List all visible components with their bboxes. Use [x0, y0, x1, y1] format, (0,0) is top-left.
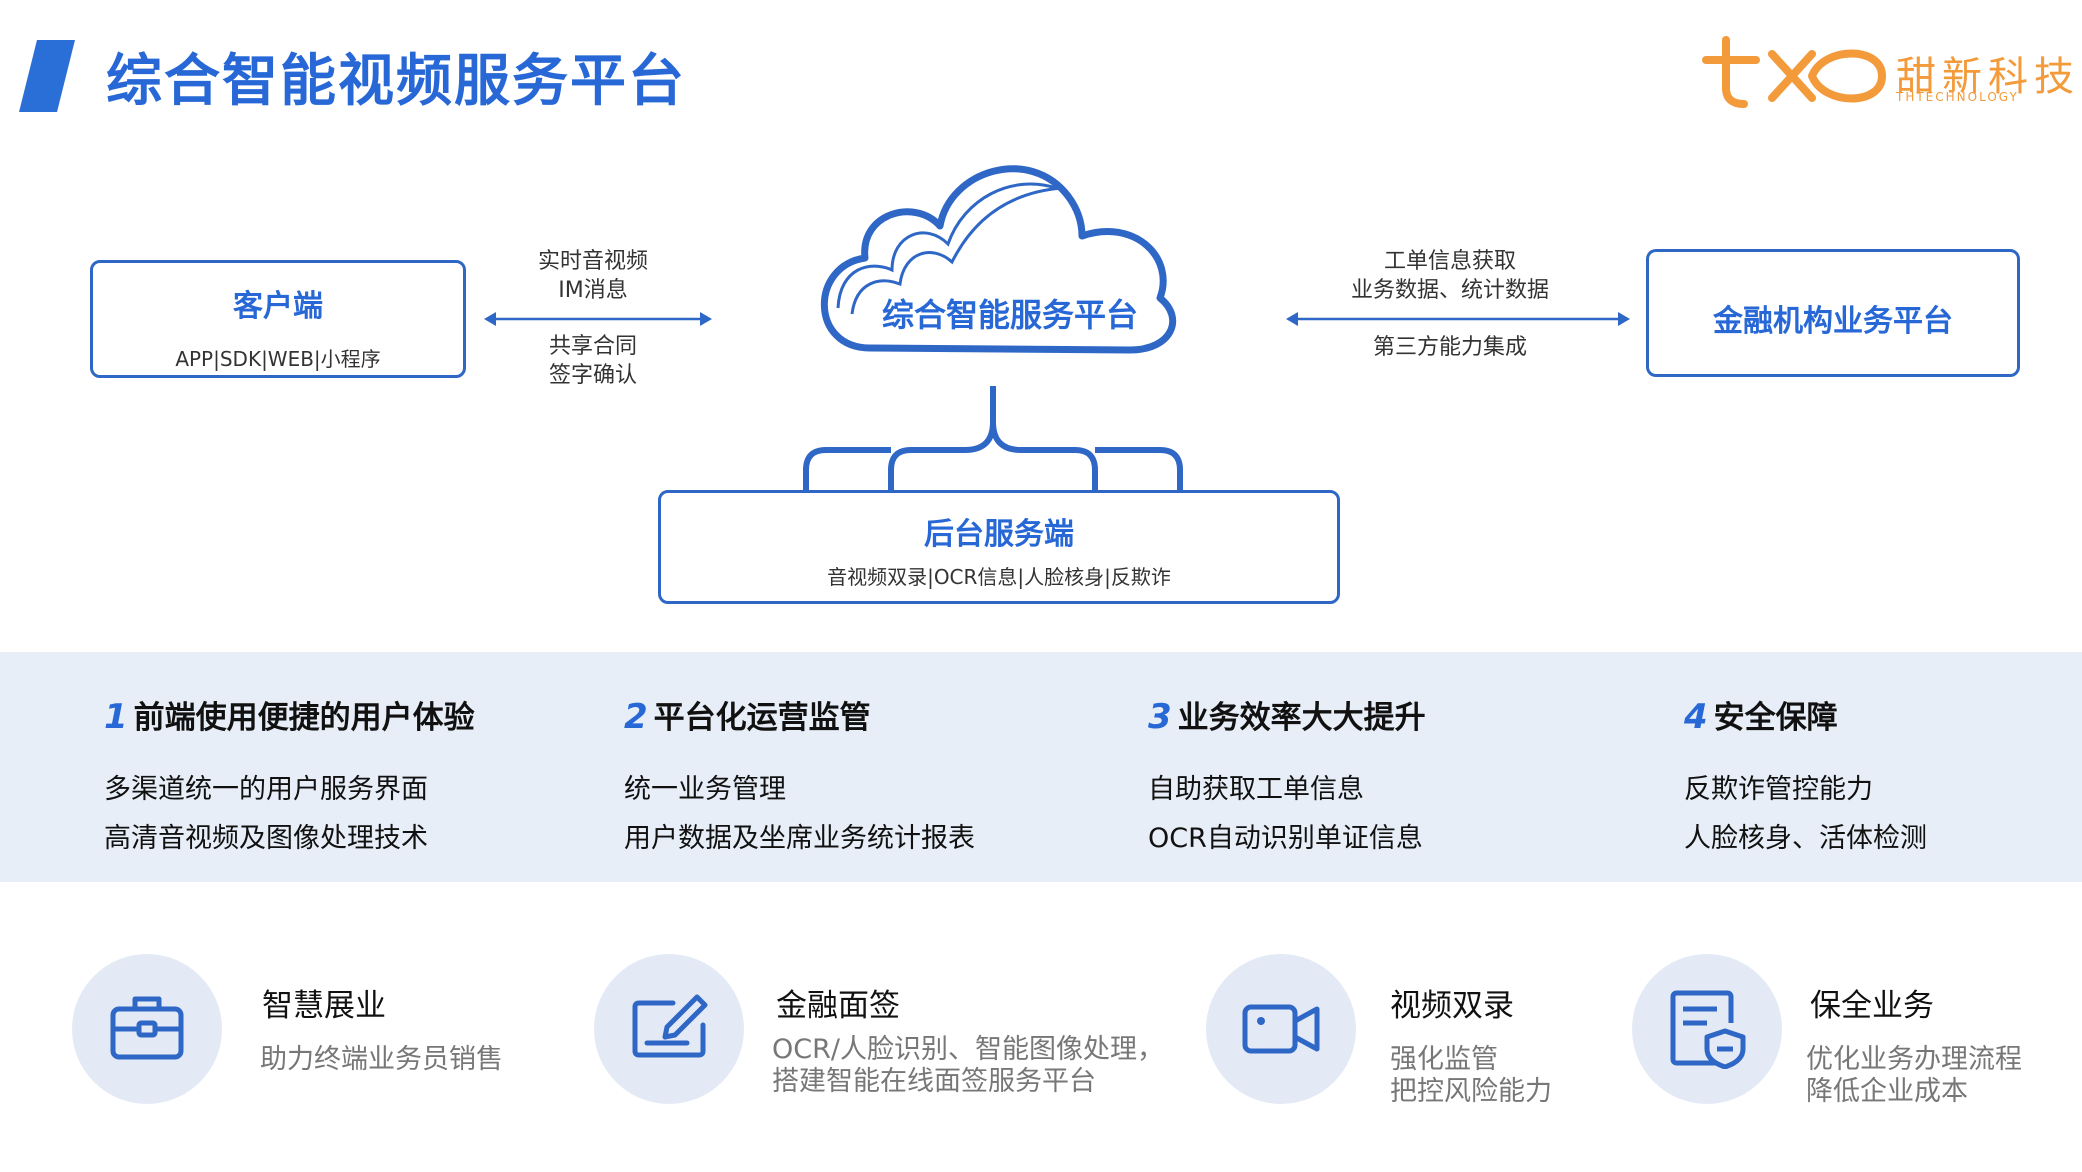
- feature-number: 1: [104, 697, 128, 737]
- app-desc: OCR/人脸识别、智能图像处理， 搭建智能在线面签服务平台: [772, 1034, 1164, 1098]
- feature-2: 2 平台化运营监管 统一业务管理 用户数据及坐席业务统计报表: [624, 692, 975, 855]
- left-double-arrow-icon: [484, 312, 712, 326]
- client-subtitle: APP|SDK|WEB|小程序: [175, 347, 381, 371]
- app-desc-line: 强化监管: [1390, 1044, 1498, 1075]
- left-link-top-text: 实时音视频 IM消息: [493, 247, 693, 305]
- app-desc: 助力终端业务员销售: [260, 1044, 503, 1076]
- feature-line: 统一业务管理: [624, 774, 786, 805]
- left-link-top-line1: 实时音视频: [537, 249, 648, 274]
- left-link-bottom-text: 共享合同 签字确认: [493, 332, 693, 390]
- right-link-top-line2: 业务数据、统计数据: [1350, 278, 1549, 303]
- feature-1: 1 前端使用便捷的用户体验 多渠道统一的用户服务界面 高清音视频及图像处理技术: [104, 692, 475, 855]
- feature-title: 1 前端使用便捷的用户体验: [104, 692, 475, 737]
- backend-subtitle: 音视频双录|OCR信息|人脸核身|反欺诈: [827, 565, 1171, 589]
- feature-title: 3 业务效率大大提升: [1148, 692, 1426, 737]
- app-desc-line: 优化业务办理流程: [1806, 1044, 2022, 1075]
- app-title: 智慧展业: [262, 988, 386, 1024]
- app-desc: 强化监管 把控风险能力: [1390, 1044, 1552, 1108]
- app-desc-line: 助力终端业务员销售: [260, 1044, 503, 1075]
- feature-4: 4 安全保障 反欺诈管控能力 人脸核身、活体检测: [1684, 692, 1927, 855]
- feature-number: 3: [1148, 697, 1172, 737]
- feature-title-text: 安全保障: [1713, 700, 1838, 736]
- app-icon-circle-4: [1632, 954, 1782, 1104]
- app-icon-circle-3: [1206, 954, 1356, 1104]
- logo-mark-icon: [1702, 36, 1887, 108]
- finance-platform-box: 金融机构业务平台: [1646, 249, 2020, 377]
- feature-line: 用户数据及坐席业务统计报表: [624, 823, 975, 854]
- feature-title: 2 平台化运营监管: [624, 692, 975, 737]
- right-link-top-line1: 工单信息获取: [1383, 249, 1516, 274]
- page-title: 综合智能视频服务平台: [106, 49, 686, 114]
- backend-title: 后台服务端: [924, 517, 1074, 552]
- feature-title: 4 安全保障: [1684, 692, 1927, 737]
- feature-line: 自助获取工单信息: [1148, 774, 1364, 805]
- app-desc-line: 降低企业成本: [1806, 1076, 1968, 1107]
- client-box: 客户端 APP|SDK|WEB|小程序: [90, 260, 466, 378]
- feature-3: 3 业务效率大大提升 自助获取工单信息 OCR自动识别单证信息: [1148, 692, 1426, 855]
- left-link-bottom-line1: 共享合同: [548, 334, 637, 359]
- right-link-top-text: 工单信息获取 业务数据、统计数据: [1330, 247, 1570, 305]
- app-desc-line: 搭建智能在线面签服务平台: [772, 1066, 1096, 1097]
- feature-title-text: 业务效率大大提升: [1177, 700, 1426, 736]
- app-icon-circle-2: [594, 954, 744, 1104]
- client-title: 客户端: [233, 289, 323, 324]
- right-link-bottom-line1: 第三方能力集成: [1372, 335, 1527, 360]
- feature-line: 高清音视频及图像处理技术: [104, 823, 428, 854]
- cloud-icon: [820, 165, 1177, 354]
- feature-title-text: 前端使用便捷的用户体验: [133, 700, 475, 736]
- app-title: 视频双录: [1390, 988, 1514, 1024]
- feature-line: OCR自动识别单证信息: [1148, 823, 1423, 854]
- feature-line: 人脸核身、活体检测: [1684, 823, 1927, 854]
- cloud-backend-connector: [803, 386, 1183, 492]
- feature-title-text: 平台化运营监管: [653, 700, 871, 736]
- backend-box: 后台服务端 音视频双录|OCR信息|人脸核身|反欺诈: [658, 490, 1340, 604]
- title-accent-bar: [19, 40, 75, 112]
- app-title: 金融面签: [776, 988, 900, 1024]
- cloud-label: 综合智能服务平台: [881, 296, 1138, 334]
- feature-number: 2: [624, 697, 648, 737]
- app-title: 保全业务: [1810, 988, 1934, 1024]
- finance-platform-title: 金融机构业务平台: [1713, 304, 1953, 339]
- right-link-bottom-text: 第三方能力集成: [1330, 333, 1570, 362]
- left-link-bottom-line2: 签字确认: [548, 363, 637, 388]
- logo-subtitle: THTECHNOLOGY: [1896, 90, 2019, 104]
- left-link-top-line2: IM消息: [558, 278, 628, 303]
- app-desc-line: 把控风险能力: [1390, 1076, 1552, 1107]
- signature-pad-icon: [632, 994, 708, 1058]
- feature-number: 4: [1684, 697, 1708, 737]
- app-icon-circle-1: [72, 954, 222, 1104]
- feature-line: 反欺诈管控能力: [1684, 774, 1873, 805]
- video-camera-icon: [1242, 1004, 1320, 1054]
- feature-line: 多渠道统一的用户服务界面: [104, 774, 428, 805]
- briefcase-icon: [110, 996, 184, 1060]
- shield-document-icon: [1670, 990, 1746, 1069]
- right-double-arrow-icon: [1286, 312, 1630, 326]
- app-desc-line: OCR/人脸识别、智能图像处理，: [772, 1034, 1164, 1065]
- app-desc: 优化业务办理流程 降低企业成本: [1806, 1044, 2022, 1108]
